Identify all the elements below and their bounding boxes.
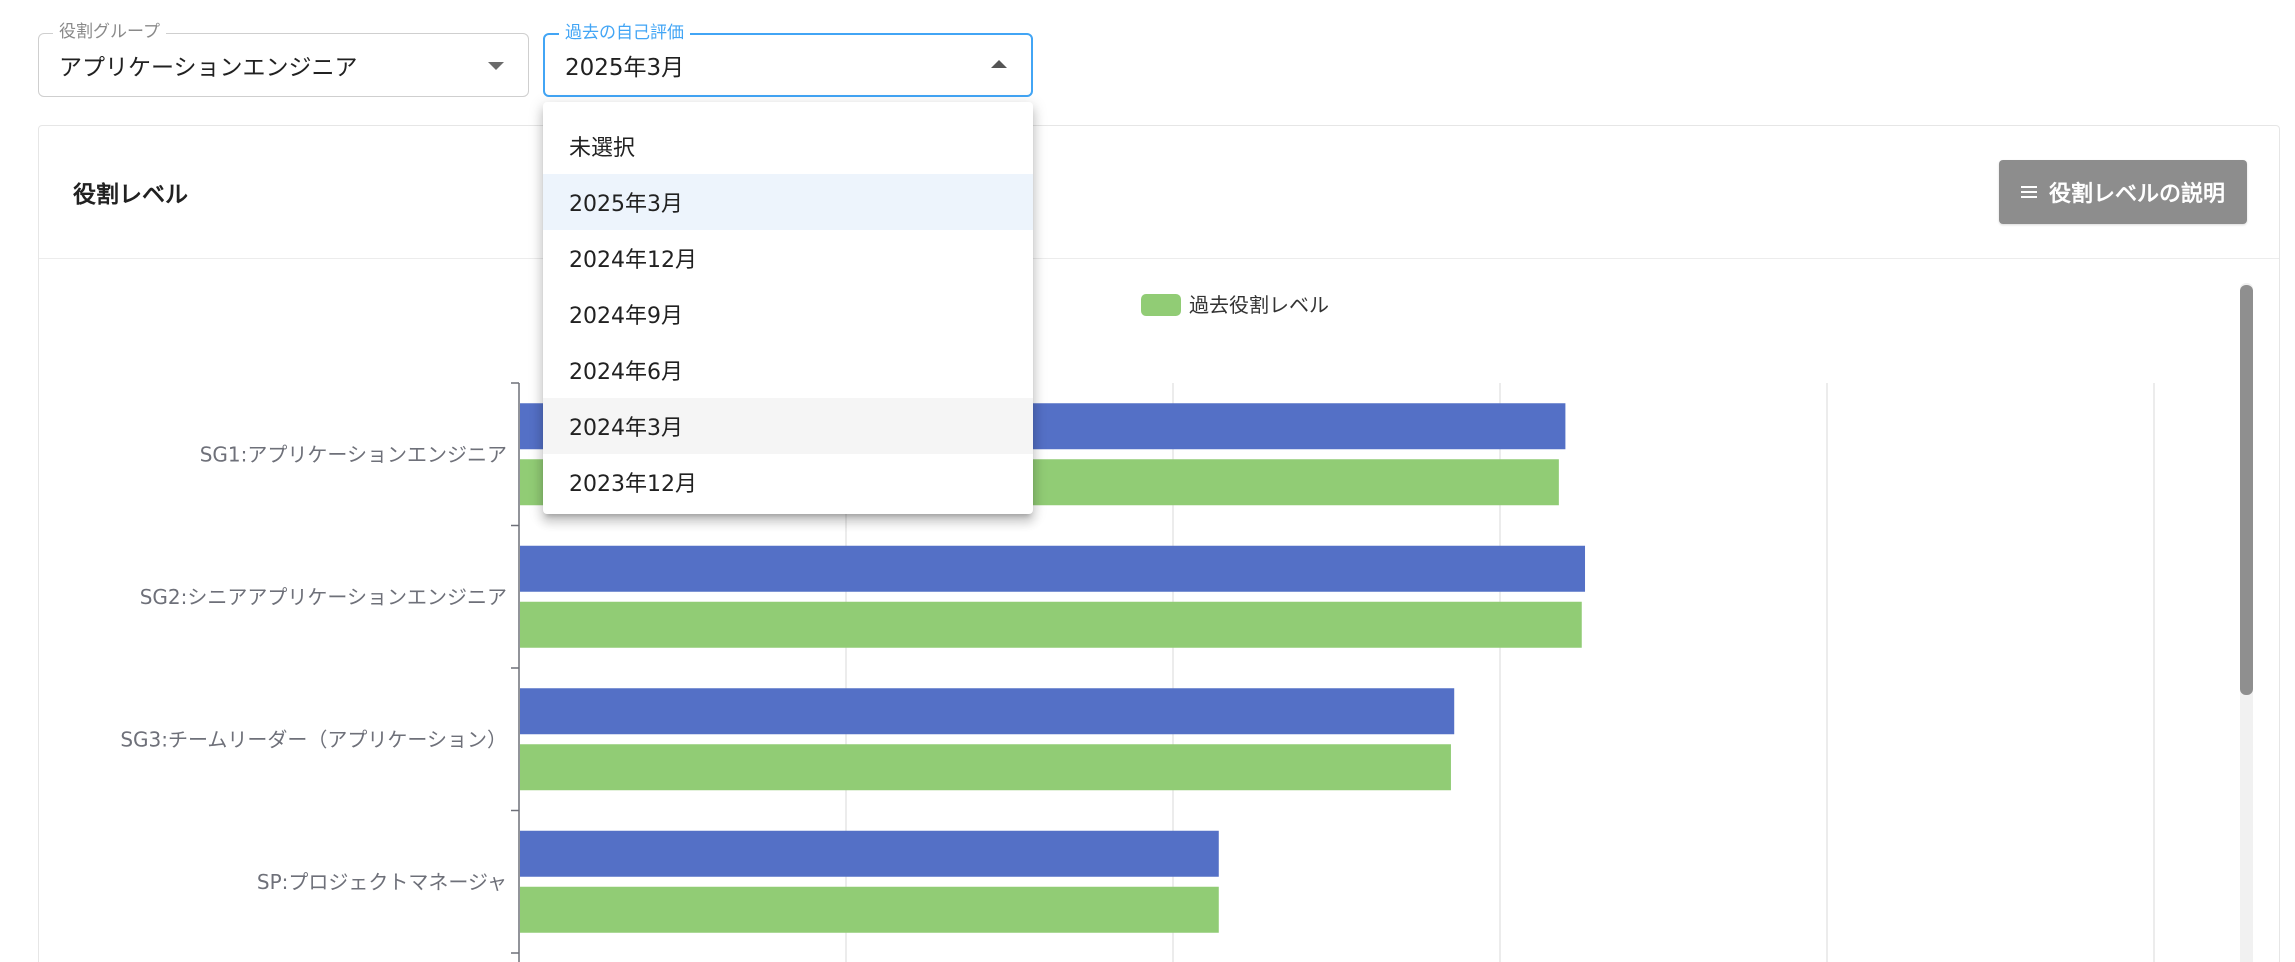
dropdown-option[interactable]: 2024年6月 (543, 342, 1033, 398)
bar-past[interactable] (520, 744, 1451, 791)
category-label: SG3:チームリーダー（アプリケーション） (120, 727, 507, 751)
dropdown-option[interactable]: 2025年3月 (543, 174, 1033, 230)
bar-past[interactable] (520, 601, 1582, 648)
category-label: SG1:アプリケーションエンジニア (200, 442, 507, 466)
bar-current[interactable] (520, 830, 1219, 877)
dropdown-option[interactable]: 2023年12月 (543, 454, 1033, 510)
past-eval-dropdown: 未選択 2025年3月 2024年12月 2024年9月 2024年6月 2024年3月 2… (543, 102, 1033, 514)
bar-past[interactable] (520, 886, 1219, 933)
dropdown-option[interactable]: 2024年9月 (543, 286, 1033, 342)
category-label: SP:プロジェクトマネージャ (257, 870, 507, 894)
category-label: SG2:シニアアプリケーションエンジニア (140, 585, 507, 609)
chart-scrollbar[interactable] (2240, 283, 2253, 962)
page-root: 役割グループ アプリケーションエンジニア 過去の自己評価 2025年3月 役割レ… (0, 0, 2295, 962)
dropdown-option[interactable]: 2024年12月 (543, 230, 1033, 286)
bar-current[interactable] (520, 545, 1586, 592)
role-level-chart: SG1:アプリケーションエンジニア SG2:シニアアプリケーションエンジニア SG3… (120, 293, 2155, 962)
bar-current[interactable] (520, 688, 1455, 735)
legend-swatch[interactable] (1141, 294, 1181, 316)
dropdown-option[interactable]: 未選択 (543, 118, 1033, 174)
legend-label[interactable]: 過去役割レベル (1189, 293, 1329, 317)
dropdown-option[interactable]: 2024年3月 (543, 398, 1033, 454)
scrollbar-thumb[interactable] (2240, 285, 2253, 695)
